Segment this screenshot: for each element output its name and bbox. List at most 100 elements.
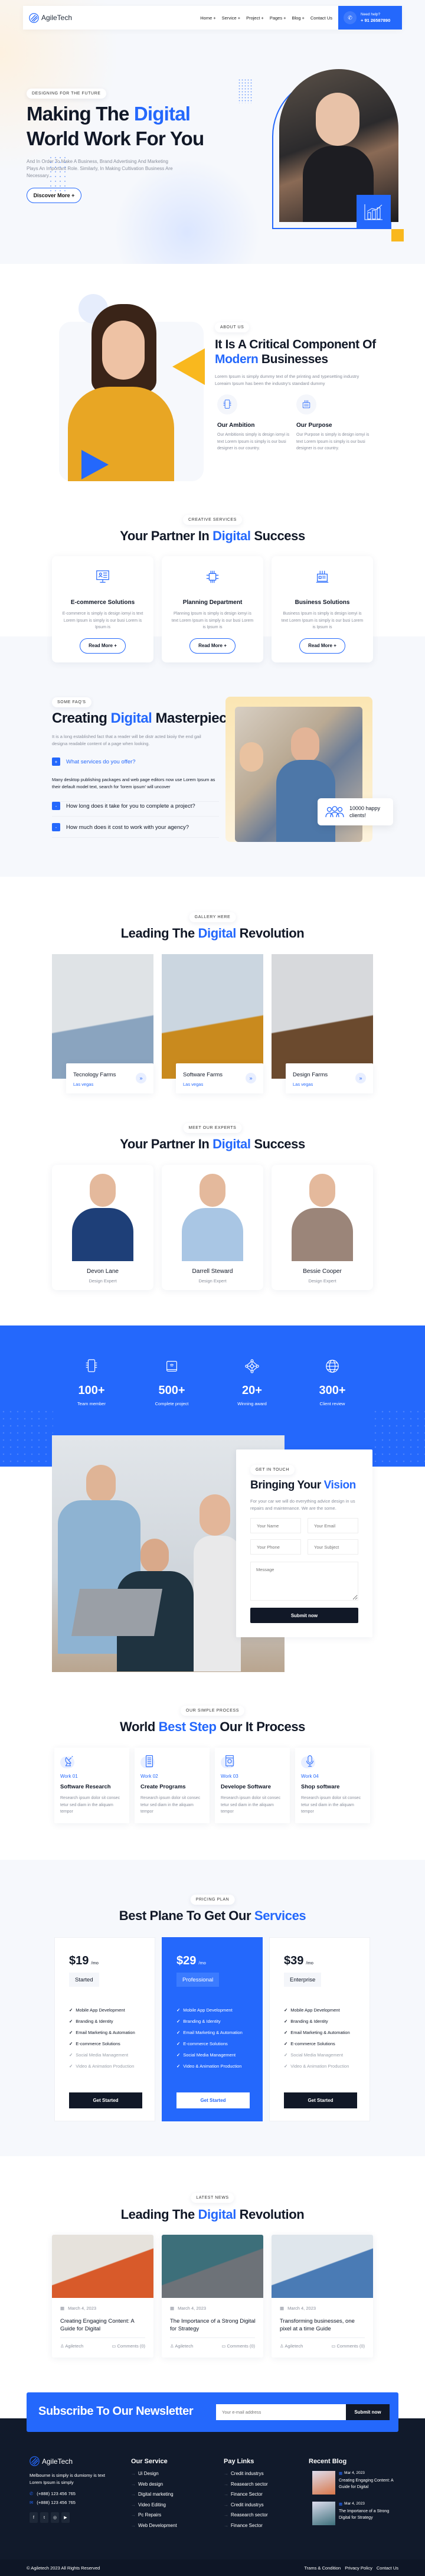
logo[interactable]: AgileTech (29, 12, 72, 23)
faq-question[interactable]: - How much does it cost to work with your… (52, 823, 219, 831)
faq-question[interactable]: + What services do you offer? (52, 758, 219, 766)
phone-icon: ✆ (30, 2491, 34, 2496)
blue-triangle (81, 450, 109, 479)
double-chevron-right-icon[interactable]: » (246, 1073, 256, 1083)
plan-feature-text: E-commerce Solutions (76, 2041, 120, 2046)
check-icon: ✓ (176, 2007, 181, 2013)
youtube-icon[interactable]: ▶ (61, 2512, 70, 2523)
news-title[interactable]: Creating Engaging Content: A Guide for D… (60, 2317, 148, 2333)
footer-bottom-link[interactable]: Trams & Condition (304, 2565, 341, 2571)
link-text: Reasearch sector (231, 2512, 268, 2518)
nav-item-project[interactable]: Project + (246, 15, 264, 21)
team-member-name: Bessie Cooper (303, 1268, 342, 1275)
check-icon: ✓ (176, 2041, 181, 2046)
calendar-icon: ▦ (170, 2306, 175, 2311)
read-more-button[interactable]: Read More + (80, 638, 126, 654)
phone-input[interactable] (250, 1539, 301, 1555)
minus-icon[interactable]: - (52, 823, 60, 831)
team-member-role: Design Expert (89, 1278, 117, 1284)
news-author[interactable]: ♙ Agiletech (170, 2343, 193, 2349)
submit-button[interactable]: Submit now (250, 1608, 358, 1623)
footer-service-link[interactable]: → Video Editing (131, 2502, 177, 2508)
get-started-button[interactable]: Get Started (176, 2092, 250, 2108)
plan-feature: ✓ Email Marketing & Automation (176, 2029, 250, 2036)
newsletter-title: Subscribe To Our Newsletter (38, 2405, 194, 2418)
footer-pay-link[interactable]: → Reasearch sector (224, 2482, 268, 2487)
help-button[interactable]: ✆ Need help? + 91 26587890 (338, 6, 402, 30)
footer-bottom-link[interactable]: Contact Us (377, 2565, 398, 2571)
footer-pay-link[interactable]: → Reasearch sector (224, 2512, 268, 2518)
arrow-right-icon: → (224, 2471, 228, 2476)
subject-input[interactable] (308, 1539, 358, 1555)
news-photo (162, 2235, 263, 2298)
footer-service-link[interactable]: → Pc Repairs (131, 2512, 177, 2518)
newsletter-email-input[interactable] (216, 2404, 346, 2420)
about-item-icon-wrap (296, 394, 316, 414)
plan-feature: ✓ Video & Animation Production (284, 2063, 358, 2070)
news-comments[interactable]: ▭ Comments (0) (112, 2343, 145, 2349)
footer-blog-date: Mar 4, 2023 (344, 2471, 365, 2475)
read-more-button[interactable]: Read More + (299, 638, 345, 654)
news-photo (272, 2235, 373, 2298)
minus-icon[interactable]: - (52, 802, 60, 810)
title-part: Your Partner In (120, 528, 213, 543)
instagram-icon[interactable]: ◎ (51, 2512, 59, 2523)
double-chevron-right-icon[interactable]: » (355, 1073, 366, 1083)
process-step-text: Research ipsum dolor sit consec tetur se… (60, 1796, 120, 1814)
footer-service-link[interactable]: → Web design (131, 2482, 177, 2487)
footer-about-text: Melbourne is simply is dumiomy is text L… (30, 2473, 105, 2485)
footer-blog-thumb (312, 2502, 335, 2525)
team-tag: Meet Our Experts (183, 1123, 242, 1133)
team-photo (177, 1168, 248, 1261)
facebook-icon[interactable]: f (30, 2512, 38, 2523)
footer-service-link[interactable]: → Digital marketing (131, 2492, 177, 2497)
twitter-icon[interactable]: t (40, 2512, 48, 2523)
link-text: Video Editing (138, 2502, 166, 2508)
news-author[interactable]: ♙ Agiletech (60, 2343, 83, 2349)
title-part: Best Step (158, 1719, 217, 1734)
footer-services-title: Our Service (131, 2458, 168, 2465)
get-started-button[interactable]: Get Started (69, 2092, 142, 2108)
footer-email[interactable]: ✉ (+888) 123 456 765 (30, 2500, 118, 2505)
footer-bottom-link[interactable]: Privacy Policy (345, 2565, 372, 2571)
nav-item-blog[interactable]: Blog + (292, 15, 304, 21)
plus-icon: + (237, 15, 241, 21)
plus-icon: + (261, 15, 264, 21)
footer-service-link[interactable]: → Web Development (131, 2523, 177, 2528)
nav-item-pages[interactable]: Pages + (270, 15, 286, 21)
newsletter-submit-button[interactable]: Submit now (346, 2404, 390, 2420)
name-input[interactable] (250, 1518, 301, 1533)
footer-pay-link[interactable]: → Credit industrys (224, 2471, 268, 2476)
footer-pay-link[interactable]: → Finance Sector (224, 2523, 268, 2528)
get-started-button[interactable]: Get Started (284, 2092, 357, 2108)
footer-pay-link[interactable]: → Credit industrys (224, 2502, 268, 2508)
email-input[interactable] (308, 1518, 358, 1533)
plus-icon[interactable]: + (52, 758, 60, 766)
footer-logo[interactable]: AgileTech (30, 2456, 118, 2466)
news-date: March 4, 2023 (178, 2306, 207, 2311)
footer-blog-title: Recent Blog (309, 2458, 347, 2465)
faq-question[interactable]: - How long does it take for you to comple… (52, 802, 219, 810)
footer-bottom-bar: © Agiletech 2023 All Rights Reserved Tra… (0, 2559, 425, 2576)
dots-pattern (238, 79, 252, 103)
footer-pay-link[interactable]: → Finance Sector (224, 2492, 268, 2497)
news-title[interactable]: Transforming businesses, one pixel at a … (280, 2317, 367, 2333)
read-more-button[interactable]: Read More + (189, 638, 236, 654)
team-title: Your Partner In Digital Success (0, 1137, 425, 1152)
footer-blog-post[interactable]: ▦ Mar 4, 2023 The Importance of a Strong D… (312, 2502, 401, 2525)
message-input[interactable] (250, 1562, 358, 1601)
nav-item-contact-us[interactable]: Contact Us (310, 15, 332, 21)
nav-item-service[interactable]: Service + (222, 15, 240, 21)
check-icon: ✓ (284, 2041, 288, 2046)
footer-phone[interactable]: ✆ (+888) 123 456 765 (30, 2491, 118, 2496)
process-step-text: Research ipsum dolor sit consec tetur se… (140, 1796, 201, 1814)
news-author[interactable]: ♙ Agiletech (280, 2343, 303, 2349)
double-chevron-right-icon[interactable]: » (136, 1073, 146, 1083)
news-title[interactable]: The Importance of a Strong Digital for S… (170, 2317, 257, 2333)
news-comments[interactable]: ▭ Comments (0) (221, 2343, 255, 2349)
plan-period: /mo (306, 1960, 313, 1966)
footer-service-link[interactable]: → Ui Design (131, 2471, 177, 2476)
nav-item-home[interactable]: Home + (200, 15, 215, 21)
footer-blog-post[interactable]: ▦ Mar 4, 2023 Creating Engaging Content: A… (312, 2471, 401, 2495)
news-comments[interactable]: ▭ Comments (0) (331, 2343, 365, 2349)
